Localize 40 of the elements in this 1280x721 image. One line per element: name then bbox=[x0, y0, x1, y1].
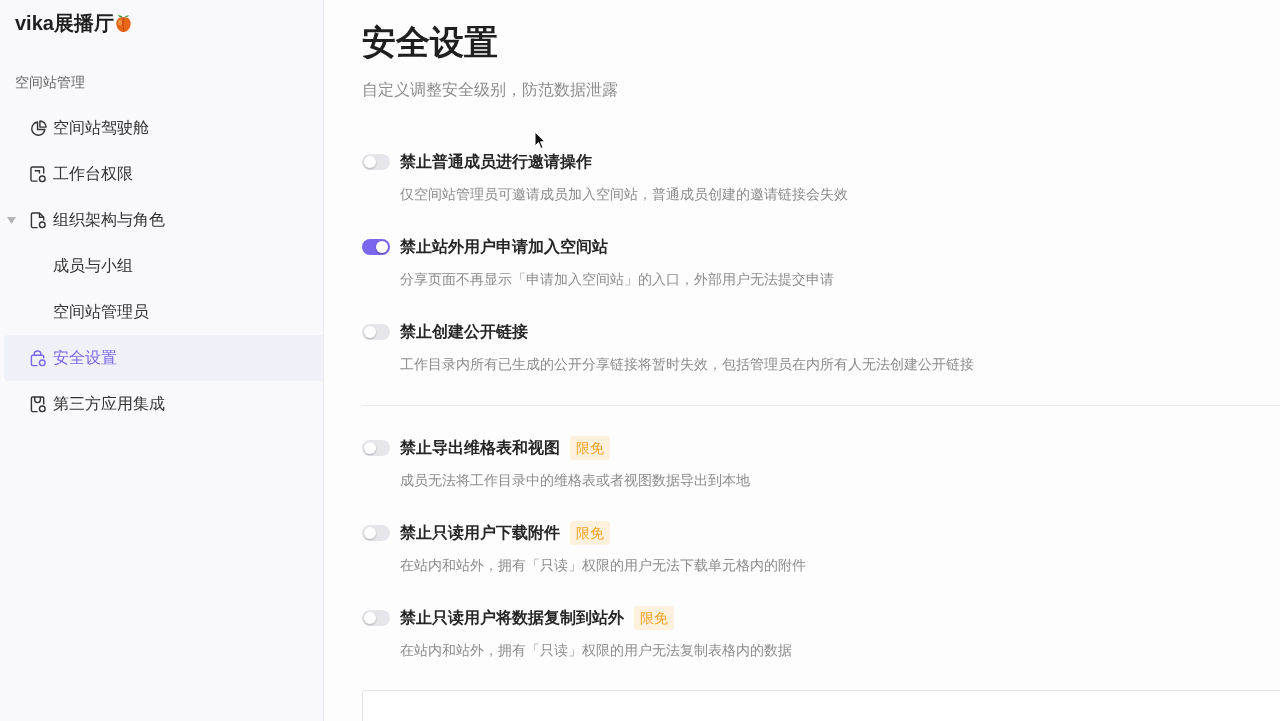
setting-description: 成员无法将工作目录中的维格表或者视图数据导出到本地 bbox=[400, 471, 751, 490]
setting-description: 仅空间站管理员可邀请成员加入空间站，普通成员创建的邀请链接会失效 bbox=[400, 185, 849, 204]
page-title: 安全设置 bbox=[362, 22, 498, 63]
toggle-switch[interactable] bbox=[362, 525, 390, 541]
sidebar-item[interactable]: 成员与小组 bbox=[4, 243, 323, 289]
toggle-switch[interactable] bbox=[362, 440, 390, 456]
peach-emoji-icon bbox=[113, 13, 133, 33]
free-badge: 限免 bbox=[570, 436, 610, 460]
sidebar-item[interactable]: 安全设置 bbox=[4, 335, 323, 381]
sidebar-item[interactable]: 第三方应用集成 bbox=[4, 381, 323, 427]
free-badge: 限免 bbox=[570, 521, 610, 545]
toggle-switch[interactable] bbox=[362, 610, 390, 626]
section-label: 空间站管理 bbox=[15, 73, 85, 92]
setting-title: 禁止普通成员进行邀请操作 bbox=[400, 152, 592, 172]
setting-title: 禁止站外用户申请加入空间站 bbox=[400, 237, 608, 257]
caret-icon[interactable] bbox=[7, 217, 16, 224]
cursor-icon bbox=[534, 131, 546, 150]
setting-title: 禁止只读用户将数据复制到站外 bbox=[400, 608, 624, 628]
sidebar-item[interactable]: 空间站驾驶舱 bbox=[4, 105, 323, 151]
setting-description: 分享页面不再显示「申请加入空间站」的入口，外部用户无法提交申请 bbox=[400, 270, 835, 289]
space-name: vika展播厅 bbox=[15, 11, 114, 35]
sidebar-item[interactable]: 组织架构与角色 bbox=[4, 197, 323, 243]
free-badge: 限免 bbox=[634, 606, 674, 630]
setting-title: 禁止导出维格表和视图 bbox=[400, 438, 560, 458]
toggle-switch[interactable] bbox=[362, 324, 390, 340]
setting-title: 禁止只读用户下载附件 bbox=[400, 523, 560, 543]
toggle-switch[interactable] bbox=[362, 154, 390, 170]
document-circle-icon bbox=[30, 211, 47, 229]
setting-description: 工作目录内所有已生成的公开分享链接将暂时失效，包括管理员在内所有人无法创建公开链接 bbox=[400, 355, 975, 374]
toggle-switch[interactable] bbox=[362, 239, 390, 255]
sidebar-item[interactable]: 工作台权限 bbox=[4, 151, 323, 197]
page-subtitle: 自定义调整安全级别，防范数据泄露 bbox=[362, 80, 618, 100]
square-circle-icon bbox=[30, 165, 47, 183]
sidebar-item[interactable]: 空间站管理员 bbox=[4, 289, 323, 335]
setting-description: 在站内和站外，拥有「只读」权限的用户无法下载单元格内的附件 bbox=[400, 556, 807, 575]
pie-chart-icon bbox=[30, 119, 47, 137]
setting-description: 在站内和站外，拥有「只读」权限的用户无法复制表格内的数据 bbox=[400, 641, 793, 660]
lock-circle-icon bbox=[30, 349, 47, 367]
setting-title: 禁止创建公开链接 bbox=[400, 322, 528, 342]
app-circle-icon bbox=[30, 395, 47, 413]
